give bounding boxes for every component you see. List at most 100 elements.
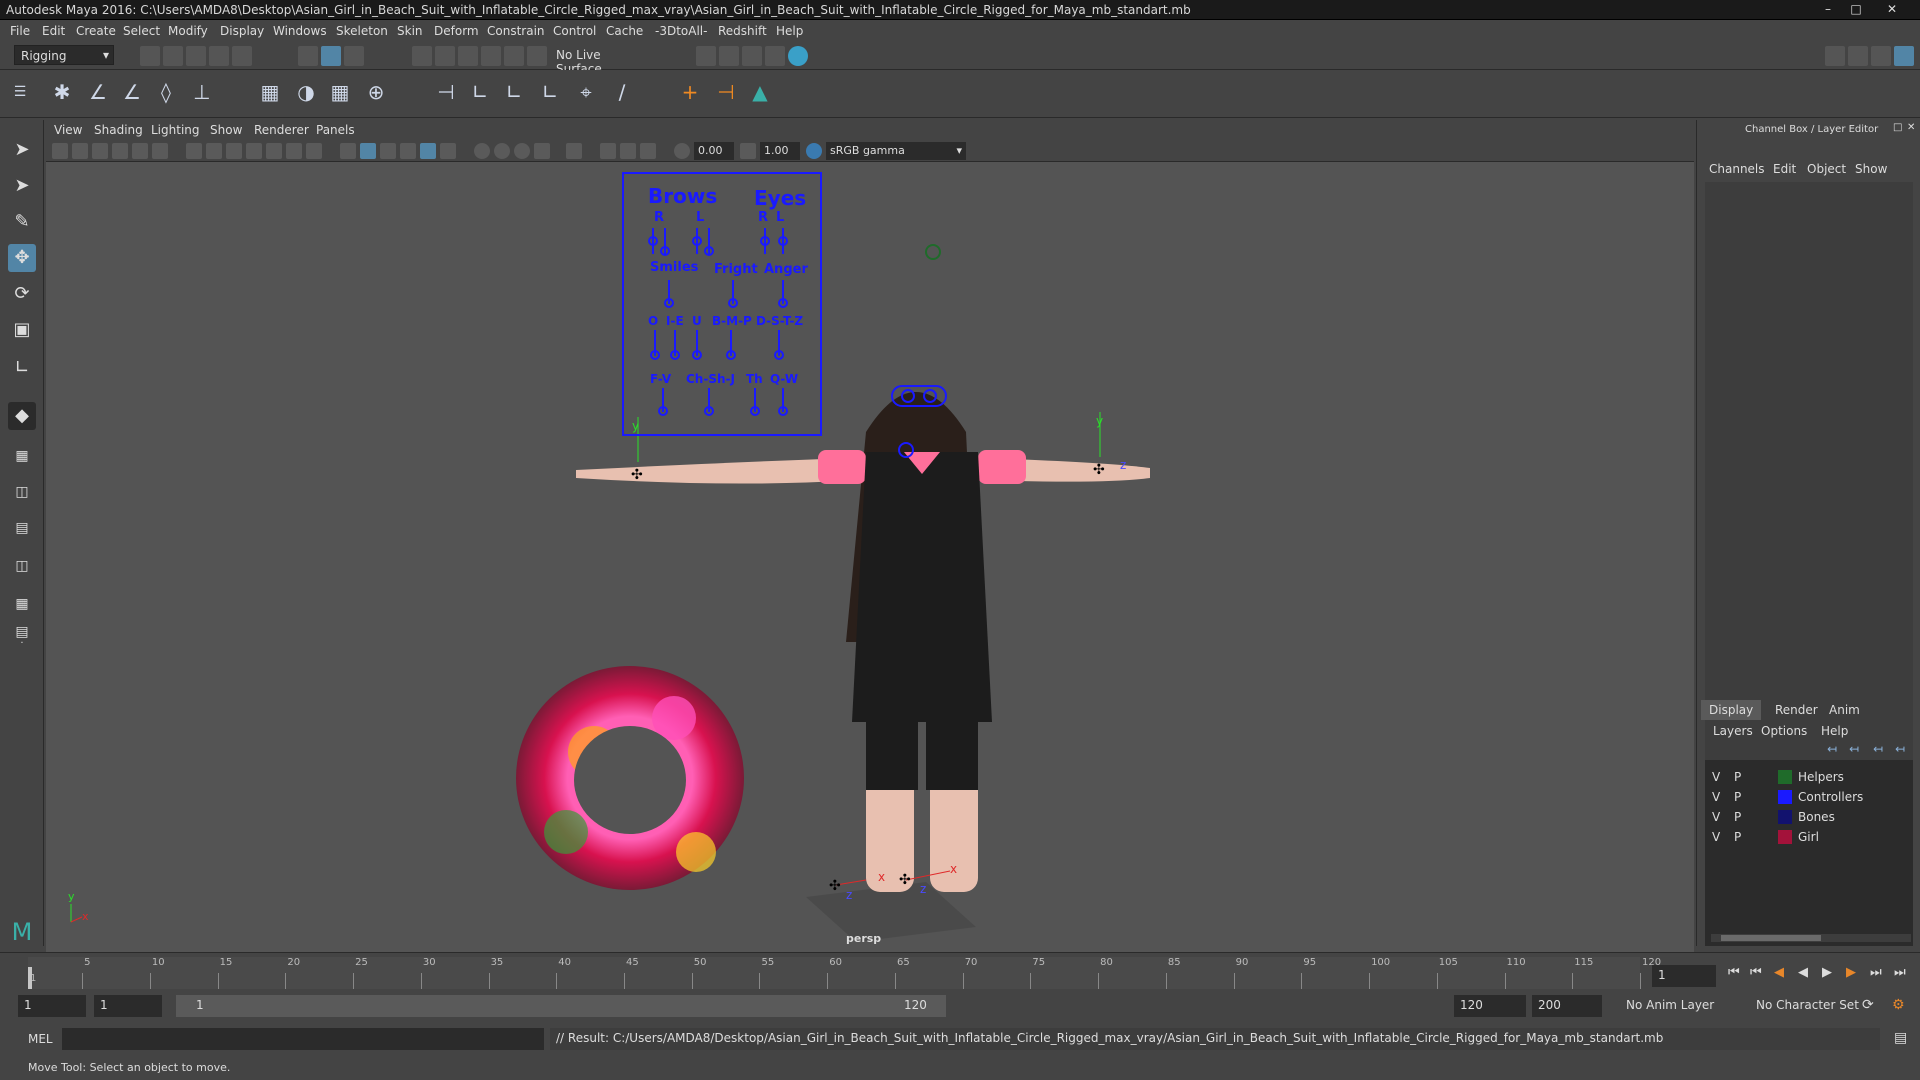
- select-hierarchy-icon[interactable]: [298, 46, 318, 66]
- layer-row-bones[interactable]: V P Bones: [1706, 808, 1912, 826]
- smiles-knob[interactable]: [664, 298, 674, 308]
- rotate-tool-icon[interactable]: ⟳: [8, 280, 36, 308]
- image-plane-icon[interactable]: [112, 143, 128, 159]
- layout-four-icon[interactable]: ▦: [8, 442, 36, 470]
- perspective-viewport[interactable]: ✣ ✣ ✣ ✣ y y z x x z z y x persp Brows Ey…: [46, 162, 1694, 952]
- snap-point-icon[interactable]: [458, 46, 478, 66]
- ie-knob[interactable]: [670, 350, 680, 360]
- command-language[interactable]: MEL: [28, 1032, 53, 1046]
- layer-visibility[interactable]: V: [1712, 770, 1720, 784]
- brow-l-knob-2[interactable]: [704, 246, 714, 256]
- layer-color-swatch[interactable]: [1778, 790, 1792, 804]
- safe-action-icon[interactable]: [286, 143, 302, 159]
- menu-display[interactable]: Display: [220, 24, 264, 38]
- layout-outliner-icon[interactable]: ◫: [8, 552, 36, 580]
- new-layer-selected-icon[interactable]: ↤: [1895, 742, 1905, 756]
- menu-control[interactable]: Control: [553, 24, 596, 38]
- panel-menu-shading[interactable]: Shading: [94, 123, 143, 137]
- redo-icon[interactable]: [232, 46, 252, 66]
- auto-key-icon[interactable]: ⟳: [1862, 997, 1874, 1013]
- gate-mask-icon[interactable]: [246, 143, 262, 159]
- channel-box-icon[interactable]: [1894, 46, 1914, 66]
- exposure-icon[interactable]: [674, 143, 690, 159]
- u-knob[interactable]: [692, 350, 702, 360]
- layer-color-swatch[interactable]: [1778, 810, 1792, 824]
- layer-name[interactable]: Controllers: [1798, 790, 1863, 804]
- menu-select[interactable]: Select: [123, 24, 160, 38]
- color-management-icon[interactable]: [806, 143, 822, 159]
- select-camera-icon[interactable]: [52, 143, 68, 159]
- camera-attr-icon[interactable]: [72, 143, 88, 159]
- menuset-dropdown[interactable]: Rigging ▾: [14, 45, 114, 65]
- shadows-icon[interactable]: [474, 143, 490, 159]
- layer-scrollbar[interactable]: [1711, 934, 1911, 942]
- right-hand-locator-icon[interactable]: ✣: [1093, 462, 1105, 478]
- select-tool-icon[interactable]: ➤: [8, 136, 36, 164]
- layer-row-girl[interactable]: V P Girl: [1706, 828, 1912, 846]
- cluster-icon[interactable]: ⊕: [362, 78, 390, 106]
- film-gate-icon[interactable]: [206, 143, 222, 159]
- more-layouts-icon[interactable]: ·: [8, 630, 36, 658]
- 2d-pan-icon[interactable]: [132, 143, 148, 159]
- step-back-key-icon[interactable]: ⏮: [1750, 965, 1762, 980]
- eye-l-knob[interactable]: [778, 236, 788, 246]
- close-panel-icon[interactable]: ✕: [1907, 122, 1915, 133]
- joint-tool-icon[interactable]: ✱: [48, 78, 76, 106]
- layer-move-down-icon[interactable]: ↤: [1849, 742, 1859, 756]
- open-scene-icon[interactable]: [163, 46, 183, 66]
- tab-display[interactable]: Display: [1701, 700, 1762, 720]
- script-editor-icon[interactable]: ▤: [1894, 1030, 1907, 1046]
- locator-icon[interactable]: +: [676, 78, 704, 106]
- step-back-frame-icon[interactable]: ◀: [1774, 965, 1784, 980]
- play-forward-icon[interactable]: ▶: [1822, 965, 1832, 980]
- view-transform-dropdown[interactable]: sRGB gamma ▾: [826, 142, 966, 160]
- select-object-icon[interactable]: [321, 46, 341, 66]
- last-tool-icon[interactable]: ∟: [8, 354, 36, 382]
- smooth-shade-icon[interactable]: [360, 143, 376, 159]
- parent-constraint-icon[interactable]: ⊣: [432, 78, 460, 106]
- snap-edge-icon[interactable]: [527, 46, 547, 66]
- render-view-icon[interactable]: [765, 46, 785, 66]
- left-hand-locator-icon[interactable]: ✣: [631, 467, 643, 483]
- layer-scrollbar-thumb[interactable]: [1721, 935, 1821, 941]
- point-constraint-icon[interactable]: ∟: [466, 78, 494, 106]
- layer-playback[interactable]: P: [1734, 810, 1741, 824]
- range-slider[interactable]: 1 120: [176, 995, 946, 1017]
- scale-tool-icon[interactable]: ▣: [8, 316, 36, 344]
- go-to-end-icon[interactable]: ⏭: [1894, 965, 1906, 980]
- isolate-select-icon[interactable]: [566, 143, 582, 159]
- step-forward-frame-icon[interactable]: ▶: [1846, 965, 1856, 980]
- menu-modify[interactable]: Modify: [168, 24, 208, 38]
- layer-menu-help[interactable]: Help: [1821, 724, 1848, 738]
- render-settings-icon[interactable]: [696, 46, 716, 66]
- layer-menu-layers[interactable]: Layers: [1713, 724, 1753, 738]
- exposure-field[interactable]: 0.00: [694, 142, 734, 160]
- preferences-icon[interactable]: ⚙: [1892, 997, 1905, 1013]
- character-set-dropdown[interactable]: No Character Set: [1750, 995, 1868, 1017]
- playback-start-field[interactable]: 1: [94, 995, 162, 1017]
- xray-joints-icon[interactable]: [640, 143, 656, 159]
- layer-row-helpers[interactable]: V P Helpers: [1706, 768, 1912, 786]
- snap-view-icon[interactable]: [481, 46, 501, 66]
- live-surface-field[interactable]: No Live Surface: [550, 45, 654, 76]
- shelf-menu-icon[interactable]: ☰: [6, 78, 34, 106]
- start-time-field[interactable]: 1: [18, 995, 86, 1017]
- menu-3dtoall[interactable]: -3DtoAll-: [655, 24, 707, 38]
- dstz-knob[interactable]: [774, 350, 784, 360]
- resolution-gate-icon[interactable]: [226, 143, 242, 159]
- hypershade-icon[interactable]: [788, 46, 808, 66]
- menu-skeleton[interactable]: Skeleton: [336, 24, 388, 38]
- aim-constraint-icon[interactable]: ⌖: [572, 78, 600, 106]
- menu-file[interactable]: File: [10, 24, 30, 38]
- use-all-lights-icon[interactable]: [440, 143, 456, 159]
- anti-alias-icon[interactable]: [534, 143, 550, 159]
- tab-anim[interactable]: Anim: [1829, 703, 1860, 717]
- qw-knob[interactable]: [778, 406, 788, 416]
- th-knob[interactable]: [750, 406, 760, 416]
- paint-select-icon[interactable]: ✎: [8, 208, 36, 236]
- fv-knob[interactable]: [658, 406, 668, 416]
- soft-select-icon[interactable]: ◆: [8, 402, 36, 430]
- attribute-editor-icon[interactable]: [1848, 46, 1868, 66]
- scale-constraint-icon[interactable]: ∟: [536, 78, 564, 106]
- menu-deform[interactable]: Deform: [434, 24, 479, 38]
